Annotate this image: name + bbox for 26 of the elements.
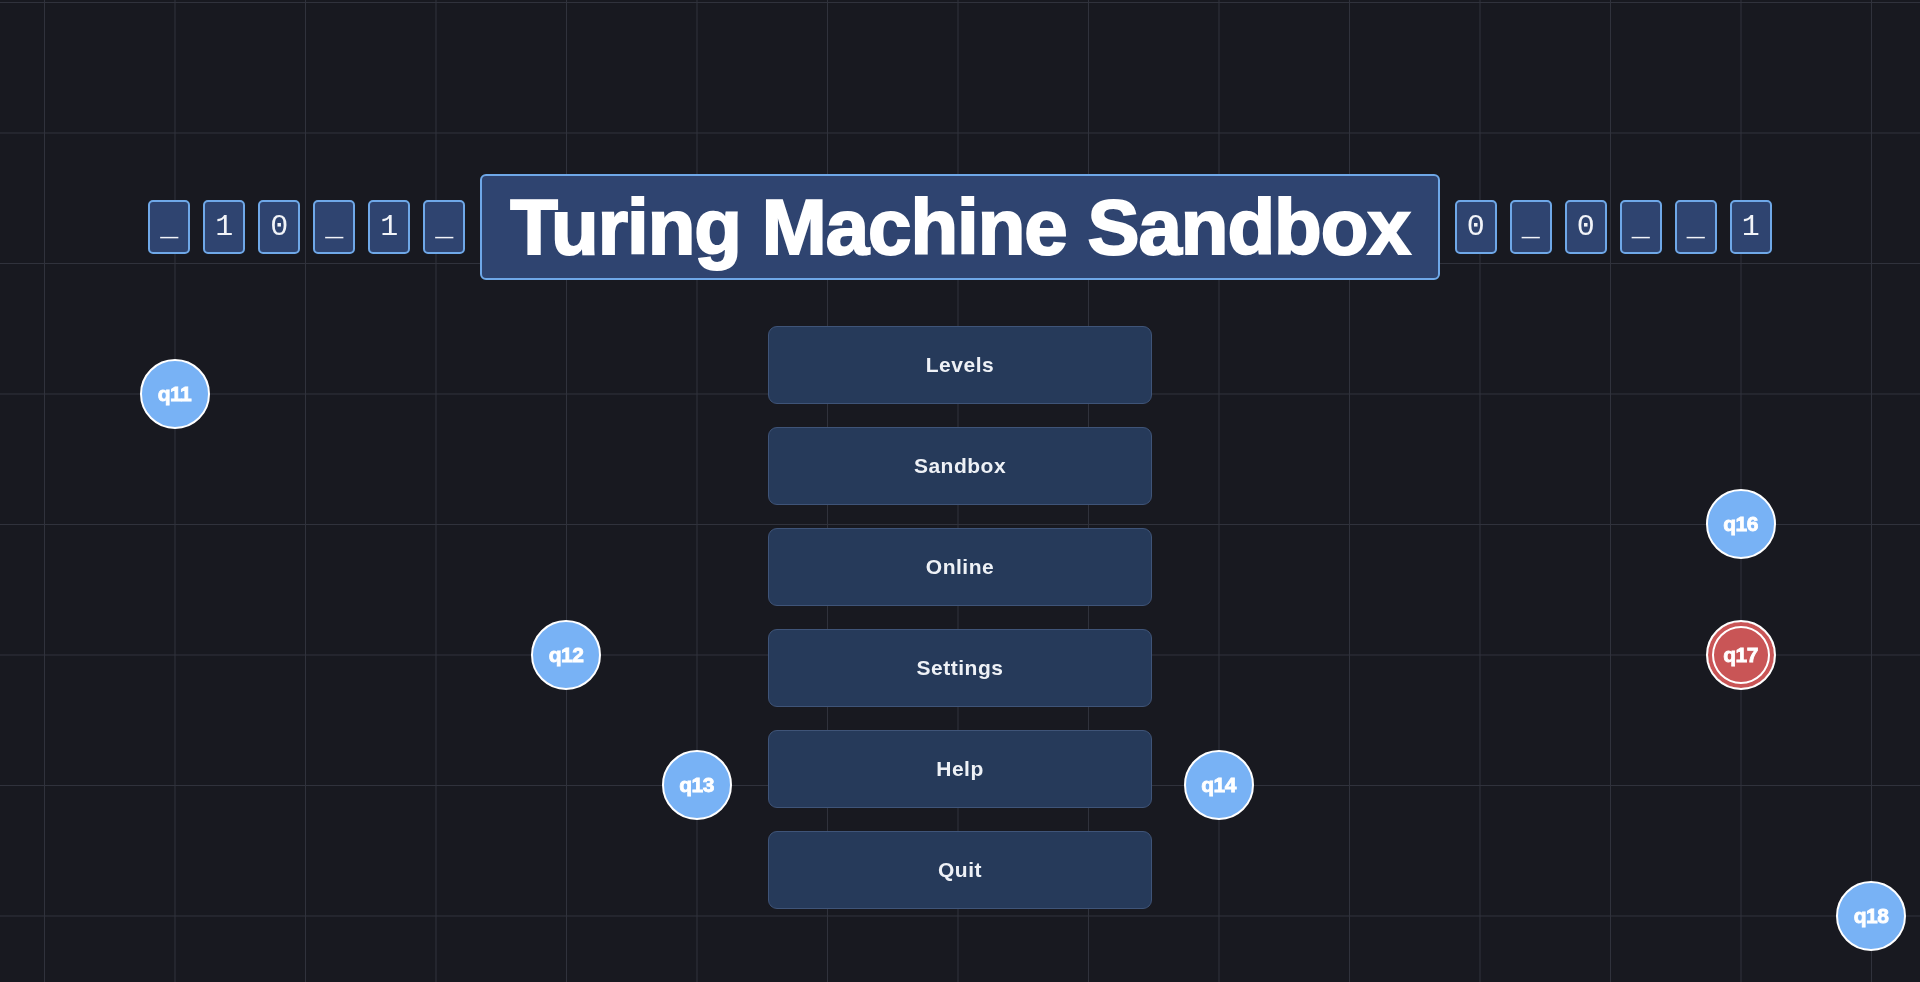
tape-cell: _ [423,200,466,254]
tape-cell: 1 [368,200,411,254]
tape-cell: _ [313,200,356,254]
menu-button[interactable]: Sandbox [768,427,1152,505]
state-node: q14 [1183,750,1254,820]
tape-cell: 0 [1454,200,1497,254]
state-node: q11 [139,358,210,429]
tape-cell: 0 [258,200,301,254]
menu-button[interactable]: Settings [768,629,1152,707]
title-banner: Turing Machine Sandbox [480,174,1440,280]
state-node: q17 [1705,619,1776,690]
tape-cell: 1 [1729,200,1772,254]
state-node: q13 [661,750,732,820]
menu-button[interactable]: Help [768,730,1152,808]
tape-cell: _ [148,200,191,254]
menu-button[interactable]: Levels [768,326,1152,404]
tape-cell: 0 [1564,200,1607,254]
tape-cell: _ [1509,200,1552,254]
tape-cell: _ [1674,200,1717,254]
tape-cell: _ [1619,200,1662,254]
state-node: q16 [1705,489,1776,559]
state-node: q18 [1836,880,1906,951]
menu-button[interactable]: Online [768,528,1152,606]
tape-cell: 1 [203,200,246,254]
menu-button[interactable]: Quit [768,831,1152,909]
state-node: q12 [531,619,601,690]
